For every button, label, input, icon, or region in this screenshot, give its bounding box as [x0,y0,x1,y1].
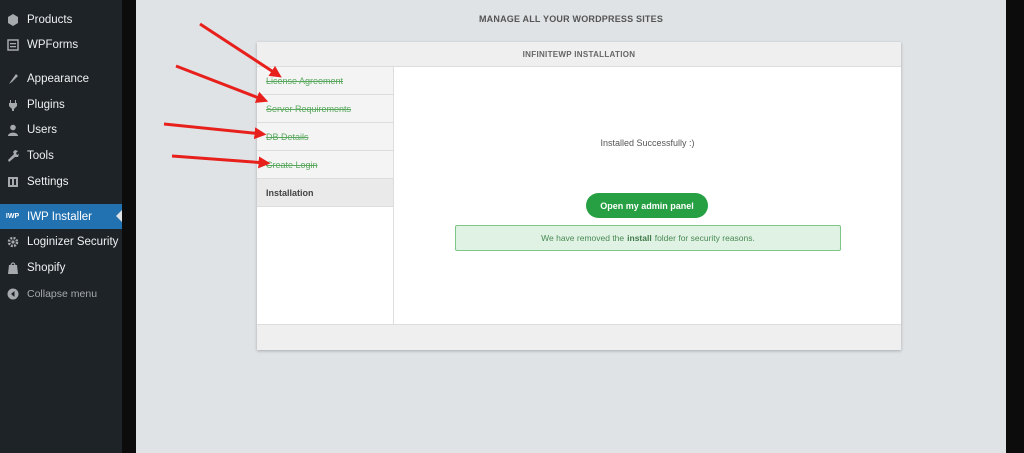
users-icon [6,124,19,137]
sidebar-item-shopify[interactable]: Shopify [0,256,122,280]
sidebar-item-label: Loginizer Security [27,236,119,248]
plugins-icon [6,99,19,112]
collapse-menu-label: Collapse menu [27,288,98,300]
open-admin-panel-button[interactable]: Open my admin panel [586,193,708,218]
main-content-area: MANAGE ALL YOUR WORDPRESS SITES INFINITE… [136,0,1006,453]
sidebar-item-label: Shopify [27,262,66,274]
sidebar-item-loginizer-security[interactable]: Loginizer Security [0,230,122,254]
sidebar-item-label: Products [27,14,73,26]
settings-icon [6,176,19,189]
step-license-agreement: License Agreement [257,67,393,95]
sidebar-item-label: Appearance [27,73,90,85]
shopify-bag-icon [6,262,19,275]
panel-title: INFINITEWP INSTALLATION [257,42,901,67]
sidebar-item-label: Tools [27,150,54,162]
sidebar-item-appearance[interactable]: Appearance [0,67,122,91]
admin-sidebar: Products WPForms Appearance Plugins User… [0,0,122,453]
notice-folder-name: install [627,233,652,243]
notice-text-prefix: We have removed the [541,233,625,243]
step-create-login: Create Login [257,151,393,179]
tools-icon [6,150,19,163]
installation-result: Installed Successfully :) Open my admin … [394,67,901,324]
sidebar-item-wpforms[interactable]: WPForms [0,33,122,57]
products-icon [6,14,19,27]
step-db-details: DB Details [257,123,393,151]
sidebar-item-iwp-installer[interactable]: IWP IWP Installer [0,204,122,229]
appearance-icon [6,73,19,86]
sidebar-item-plugins[interactable]: Plugins [0,93,122,117]
sidebar-item-label: IWP Installer [27,210,92,223]
sidebar-item-label: Settings [27,176,69,188]
installation-panel: INFINITEWP INSTALLATION License Agreemen… [257,42,901,350]
gear-icon [6,236,19,249]
panel-footer [257,324,901,350]
iwp-icon: IWP [5,213,20,220]
success-message: Installed Successfully :) [600,138,695,148]
wpforms-icon [6,39,19,52]
notice-text-suffix: folder for security reasons. [654,233,755,243]
step-server-requirements: Server Requirements [257,95,393,123]
sidebar-item-users[interactable]: Users [0,118,122,142]
step-installation: Installation [257,179,393,207]
installation-steps: License Agreement Server Requirements DB… [257,67,394,324]
sidebar-item-tools[interactable]: Tools [0,144,122,168]
collapse-menu-button[interactable]: Collapse menu [0,282,122,306]
sidebar-item-label: Plugins [27,99,65,111]
collapse-arrow-icon [6,288,19,301]
security-notice: We have removed the install folder for s… [455,225,841,251]
sidebar-item-label: Users [27,124,58,136]
page-title: MANAGE ALL YOUR WORDPRESS SITES [478,14,664,24]
sidebar-item-products[interactable]: Products [0,8,122,32]
sidebar-item-settings[interactable]: Settings [0,170,122,194]
sidebar-item-label: WPForms [27,39,79,51]
